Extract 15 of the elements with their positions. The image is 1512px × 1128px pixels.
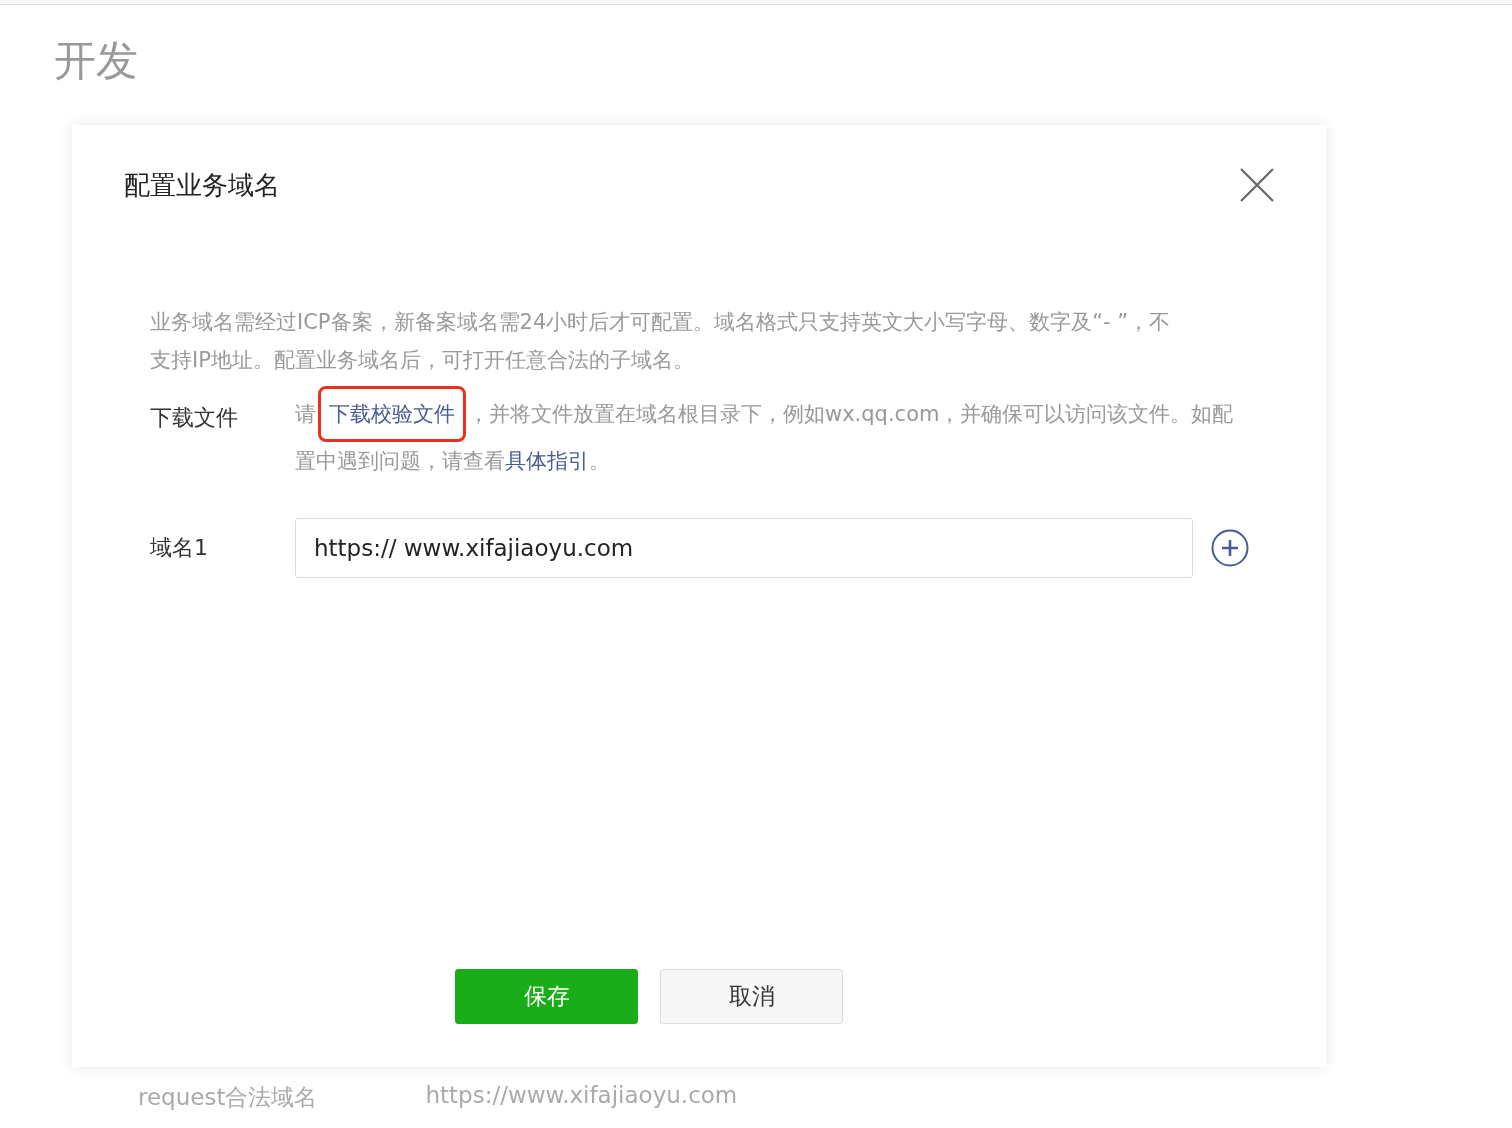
close-icon	[1240, 168, 1274, 202]
field-label: 下载文件	[150, 404, 239, 432]
close-button[interactable]	[1240, 168, 1274, 202]
page-title: 开发	[54, 35, 139, 87]
row-value: https://www.xifajiaoyu.com	[425, 1082, 738, 1110]
description-text: 业务域名需经过ICP备案，新备案域名需24小时后才可配置。域名格式只支持英文大小写字母、数字及“- ”，不支持IP地址。配置业务域名后，可打开任意合法的子域名。	[150, 309, 1172, 374]
row-label: request合法域名	[138, 1083, 318, 1112]
add-button[interactable]	[1211, 529, 1249, 567]
field-label: 域名1	[150, 534, 209, 562]
plus-icon	[1211, 529, 1249, 567]
link[interactable]: 下载校验文件	[318, 386, 466, 442]
domain-input-field[interactable]: https:// www.xifajiaoyu.com	[295, 518, 1193, 578]
dialog-title: 配置业务域名	[124, 168, 280, 202]
cancel-button[interactable]: 取消	[660, 969, 843, 1024]
link[interactable]: 具体指引	[505, 449, 589, 473]
